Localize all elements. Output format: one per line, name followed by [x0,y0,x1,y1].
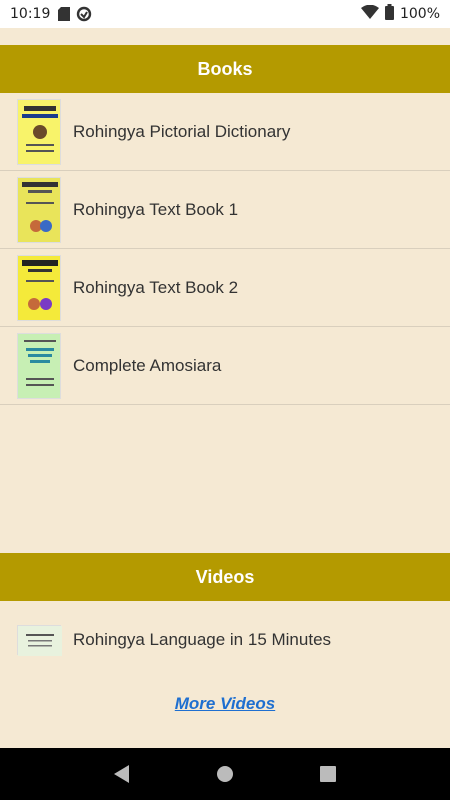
book-cover-thumbnail [17,254,61,321]
wifi-icon [360,4,379,23]
book-title: Rohingya Text Book 1 [73,199,239,219]
book-row-text-book-2[interactable]: Rohingya Text Book 2 [0,249,450,327]
battery-percent: 100% [399,6,440,22]
videos-header: Videos [0,553,450,601]
back-button[interactable] [102,754,142,794]
book-cover-thumbnail [17,98,61,165]
book-cover-thumbnail [17,176,61,243]
sd-card-icon [58,7,71,21]
home-button[interactable] [205,754,245,794]
book-title: Complete Amosiara [73,355,222,375]
book-row-complete-amosiara[interactable]: Complete Amosiara [0,327,450,405]
book-row-text-book-1[interactable]: Rohingya Text Book 1 [0,171,450,249]
book-row-pictorial-dictionary[interactable]: Rohingya Pictorial Dictionary [0,93,450,171]
home-icon [216,766,233,782]
status-time: 10:19 [10,6,51,22]
video-row-rohingya-15-minutes[interactable]: Rohingya Language in 15 Minutes [0,602,450,678]
data-saver-icon [76,6,92,22]
recents-icon [320,766,337,782]
video-thumbnail [17,625,62,656]
battery-icon [384,4,394,24]
videos-list: Rohingya Language in 15 Minutes [0,602,450,678]
more-videos-link[interactable]: More Videos [0,694,450,714]
status-bar: 10:19 100% [0,0,450,28]
book-title: Rohingya Text Book 2 [73,277,239,297]
recents-button[interactable] [308,754,348,794]
video-title: Rohingya Language in 15 Minutes [73,630,332,649]
book-title: Rohingya Pictorial Dictionary [73,121,291,141]
back-icon [113,765,129,783]
status-right: 100% [360,4,440,24]
books-header: Books [0,45,450,93]
book-cover-thumbnail [17,332,61,399]
books-list: Rohingya Pictorial Dictionary Rohingya T… [0,93,450,405]
navigation-bar [0,748,450,800]
